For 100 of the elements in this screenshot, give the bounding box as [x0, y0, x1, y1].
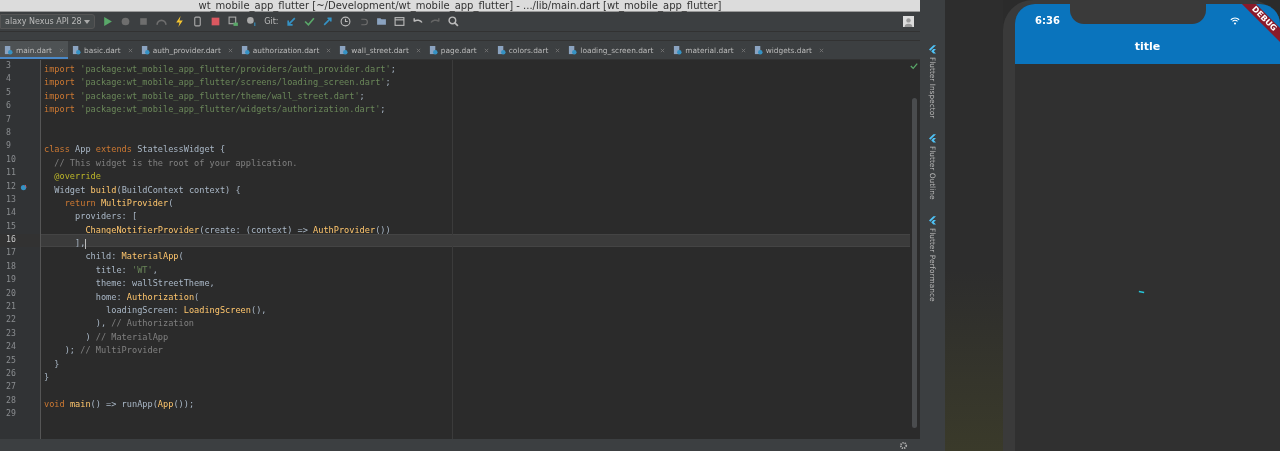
line-number: 4 — [6, 73, 11, 84]
code-line: providers: [ — [74, 210, 139, 221]
dart-file-icon — [4, 45, 13, 55]
window-icon[interactable] — [393, 16, 405, 27]
dart-file-icon — [140, 45, 150, 55]
code-line: void main() => runApp(App()); — [43, 397, 196, 409]
close-icon[interactable] — [127, 47, 133, 53]
close-icon[interactable] — [740, 47, 746, 53]
line-number: 13 — [6, 193, 16, 204]
line-number: 19 — [6, 274, 16, 285]
wifi-icon — [1230, 16, 1240, 25]
code-line: return MultiProvider( — [63, 196, 175, 208]
code-line: import 'package:wt_mobile_app_flutter/widgets/authorization.dart'; — [43, 103, 387, 114]
sdk-icon[interactable] — [246, 16, 258, 27]
code-line: home: Authorization( — [94, 290, 201, 302]
line-number: 15 — [6, 220, 16, 231]
device-selector[interactable]: alaxy Nexus API 28 — [0, 14, 96, 29]
update-icon[interactable] — [285, 16, 297, 27]
code-line: import 'package:wt_mobile_app_flutter/screens/loading_screen.dart'; — [43, 76, 392, 87]
settings-icon[interactable] — [899, 440, 908, 450]
code-line: child: MaterialApp( — [84, 250, 185, 261]
dropdown-arrow-icon[interactable] — [84, 19, 91, 24]
close-icon[interactable] — [415, 47, 421, 53]
line-number: 12 — [6, 180, 16, 191]
line-number: 6 — [6, 100, 11, 111]
scrollbar-thumb[interactable] — [912, 98, 917, 428]
code-line: Widget build(BuildContext context) { — [53, 183, 242, 194]
code-line: ), // Authorization — [94, 317, 196, 328]
device-manager-icon[interactable] — [228, 16, 240, 27]
stop-icon[interactable] — [210, 16, 222, 27]
push-icon[interactable] — [321, 16, 333, 27]
code-line: import 'package:wt_mobile_app_flutter/providers/auth_provider.dart'; — [43, 63, 397, 74]
line-number: 8 — [6, 126, 11, 137]
line-number: 24 — [6, 341, 16, 352]
flutter-icon[interactable] — [929, 215, 936, 225]
dart-file-icon — [240, 45, 250, 55]
close-icon[interactable] — [227, 47, 233, 53]
dart-file-icon — [673, 45, 683, 55]
folder-icon[interactable] — [375, 16, 387, 27]
close-icon[interactable] — [819, 47, 824, 53]
close-icon[interactable] — [555, 47, 561, 53]
code-line: loadingScreen: LoadingScreen(), — [105, 304, 268, 315]
commit-icon[interactable] — [303, 16, 315, 27]
debug-icon[interactable] — [120, 16, 132, 27]
status-time: 6:36 — [1035, 15, 1060, 26]
line-number: 29 — [6, 408, 16, 419]
history-icon[interactable] — [339, 16, 351, 27]
search-icon[interactable] — [447, 16, 459, 27]
git-label: Git: — [264, 17, 279, 26]
code-line: import 'package:wt_mobile_app_flutter/theme/wall_street.dart'; — [43, 89, 366, 101]
close-icon[interactable] — [483, 47, 489, 53]
line-number: 9 — [6, 140, 11, 151]
code-line: // This widget is the root of your application. — [53, 156, 299, 168]
line-number: 17 — [6, 247, 16, 258]
phone-icon[interactable] — [192, 16, 204, 27]
line-number: 7 — [6, 113, 11, 124]
user-avatar-icon[interactable] — [903, 16, 914, 27]
line-number: 23 — [6, 327, 16, 338]
code-line: ChangeNotifierProvider(create: (context) => AuthProvider()) — [84, 223, 392, 235]
code-line: class App extends StatelessWidget { — [43, 143, 227, 154]
line-number: 16 — [6, 234, 16, 245]
dart-file-icon — [339, 45, 349, 55]
code-line: ) // MaterialApp — [84, 330, 170, 342]
line-number: 26 — [6, 368, 16, 378]
override-marker-icon[interactable] — [20, 183, 27, 191]
line-number: 21 — [6, 301, 16, 312]
code-line: ); // MultiProvider — [63, 344, 164, 355]
window-title: wt_mobile_app_flutter [~/Development/wt_mobile_app_flutter] - .../lib/main.dart [wt_mobile_app_flutter] — [198, 0, 722, 11]
line-number: 3 — [6, 60, 11, 70]
close-icon[interactable] — [59, 47, 64, 53]
app-bar-title: title — [1133, 40, 1162, 53]
line-number: 28 — [6, 394, 16, 405]
dart-file-icon — [428, 45, 438, 55]
close-icon[interactable] — [326, 47, 332, 53]
line-number: 25 — [6, 354, 16, 365]
line-number: 11 — [6, 167, 16, 178]
dart-file-icon — [72, 45, 81, 55]
code-line: } — [53, 357, 61, 368]
code-line: @override — [53, 170, 102, 181]
run-icon[interactable] — [102, 16, 114, 27]
coverage-icon[interactable] — [138, 16, 150, 27]
check-icon — [910, 62, 918, 70]
line-number: 10 — [6, 153, 16, 164]
code-line: title: 'WT', — [94, 263, 159, 275]
line-number: 27 — [6, 381, 16, 392]
line-number: 5 — [6, 86, 11, 97]
line-number: 14 — [6, 207, 16, 218]
code-line: } — [43, 371, 51, 382]
flutter-icon[interactable] — [929, 134, 936, 144]
dart-file-icon — [496, 45, 506, 55]
line-number: 22 — [6, 314, 16, 325]
line-number: 18 — [6, 260, 16, 271]
code-line: theme: wallStreetTheme, — [94, 277, 216, 288]
line-number: 20 — [6, 287, 16, 298]
flutter-icon[interactable] — [929, 45, 936, 54]
close-icon[interactable] — [660, 47, 666, 53]
loading-spinner-icon — [1138, 290, 1145, 294]
dart-file-icon — [568, 45, 578, 55]
dart-file-icon — [753, 45, 763, 55]
lightning-icon[interactable] — [174, 16, 186, 27]
